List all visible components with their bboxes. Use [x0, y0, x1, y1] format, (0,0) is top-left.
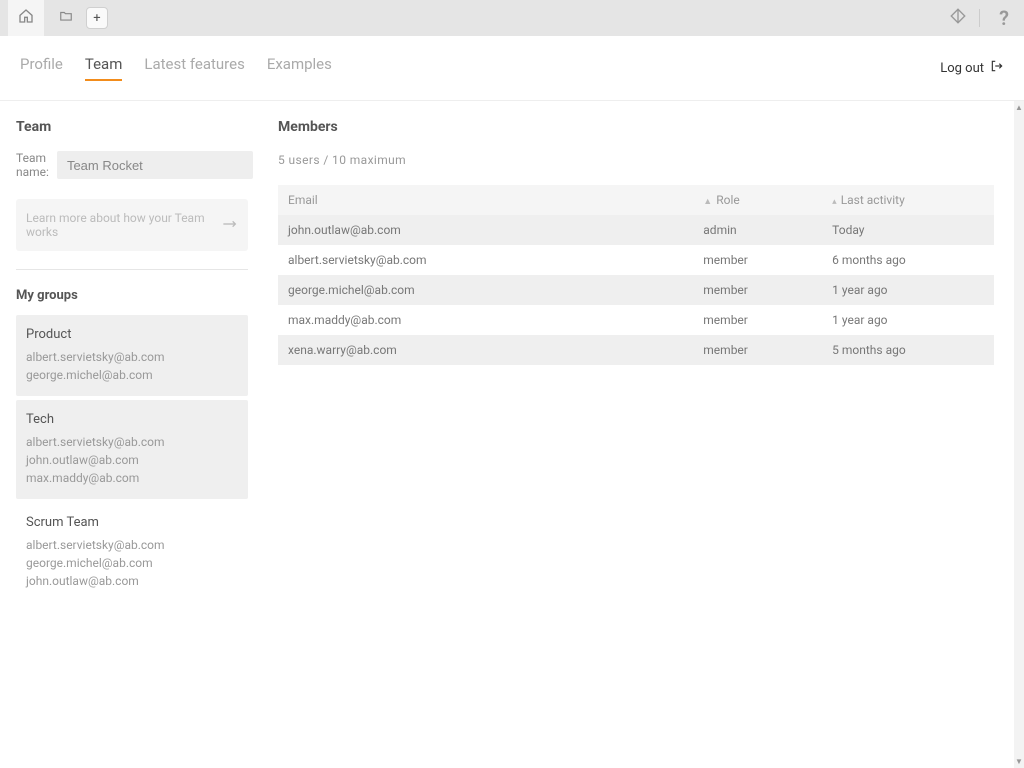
- column-email-header[interactable]: Email: [278, 185, 693, 215]
- folder-button[interactable]: [52, 4, 80, 32]
- team-heading: Team: [16, 119, 248, 135]
- logout-button[interactable]: Log out: [940, 59, 1004, 77]
- content: Members 5 users / 10 maximum Email ▲Role…: [260, 101, 1024, 768]
- learn-more-label: Learn more about how your Team works: [26, 211, 222, 239]
- tab-latest-features[interactable]: Latest features: [144, 55, 244, 81]
- table-row[interactable]: john.outlaw@ab.comadminToday: [278, 215, 994, 245]
- table-row[interactable]: xena.warry@ab.commember5 months ago: [278, 335, 994, 365]
- group-member: george.michel@ab.com: [26, 554, 238, 572]
- cell-role: member: [693, 335, 822, 365]
- cell-email: max.maddy@ab.com: [278, 305, 693, 335]
- cell-email: george.michel@ab.com: [278, 275, 693, 305]
- sort-asc-icon: ▲: [703, 197, 712, 207]
- cell-role: member: [693, 275, 822, 305]
- group-member: albert.servietsky@ab.com: [26, 536, 238, 554]
- scroll-down-icon[interactable]: ▼: [1015, 757, 1023, 766]
- group-item[interactable]: Scrum Team albert.servietsky@ab.comgeorge…: [16, 503, 248, 602]
- cell-email: xena.warry@ab.com: [278, 335, 693, 365]
- group-item[interactable]: Product albert.servietsky@ab.comgeorge.mi…: [16, 315, 248, 396]
- home-icon: [18, 8, 34, 28]
- members-heading: Members: [278, 119, 994, 135]
- cell-email: john.outlaw@ab.com: [278, 215, 693, 245]
- help-icon: ?: [999, 6, 1009, 30]
- group-member: albert.servietsky@ab.com: [26, 433, 238, 451]
- table-row[interactable]: george.michel@ab.commember1 year ago: [278, 275, 994, 305]
- folder-icon: [58, 9, 74, 27]
- members-table: Email ▲Role ▴Last activity john.outlaw@a…: [278, 185, 994, 365]
- cell-activity: 5 months ago: [822, 335, 994, 365]
- new-tab-button[interactable]: +: [86, 7, 108, 29]
- cell-activity: 1 year ago: [822, 275, 994, 305]
- sidebar: Team Team name: Learn more about how you…: [0, 101, 260, 768]
- logout-icon: [990, 59, 1004, 77]
- group-member: albert.servietsky@ab.com: [26, 348, 238, 366]
- learn-more-button[interactable]: Learn more about how your Team works: [16, 199, 248, 251]
- group-member: max.maddy@ab.com: [26, 469, 238, 487]
- team-name-input[interactable]: [57, 151, 253, 179]
- group-member: john.outlaw@ab.com: [26, 451, 238, 469]
- home-button[interactable]: [8, 0, 44, 36]
- cell-role: member: [693, 305, 822, 335]
- group-member: john.outlaw@ab.com: [26, 572, 238, 590]
- group-item[interactable]: Tech albert.servietsky@ab.comjohn.outlaw@…: [16, 400, 248, 499]
- tab-examples[interactable]: Examples: [267, 55, 332, 81]
- main: Team Team name: Learn more about how you…: [0, 101, 1024, 768]
- topbar: + ?: [0, 0, 1024, 36]
- scroll-up-icon[interactable]: ▲: [1015, 103, 1023, 112]
- cell-activity: Today: [822, 215, 994, 245]
- logout-label: Log out: [940, 61, 984, 76]
- cell-role: member: [693, 245, 822, 275]
- table-row[interactable]: max.maddy@ab.commember1 year ago: [278, 305, 994, 335]
- sort-neutral-icon: ▴: [832, 197, 837, 207]
- group-member: george.michel@ab.com: [26, 366, 238, 384]
- cell-activity: 1 year ago: [822, 305, 994, 335]
- help-button[interactable]: ?: [992, 6, 1016, 30]
- tab-profile[interactable]: Profile: [20, 55, 63, 81]
- table-row[interactable]: albert.servietsky@ab.commember6 months a…: [278, 245, 994, 275]
- cell-activity: 6 months ago: [822, 245, 994, 275]
- column-activity-header[interactable]: ▴Last activity: [822, 185, 994, 215]
- nav-row: Profile Team Latest features Examples Log o…: [0, 36, 1024, 101]
- group-name: Product: [26, 327, 238, 342]
- cell-email: albert.servietsky@ab.com: [278, 245, 693, 275]
- column-role-header[interactable]: ▲Role: [693, 185, 822, 215]
- plus-icon: +: [93, 11, 100, 26]
- sidebar-divider: [16, 269, 248, 270]
- arrow-right-icon: [222, 218, 238, 232]
- tab-team[interactable]: Team: [85, 55, 123, 81]
- team-name-label: Team name:: [16, 151, 49, 179]
- nav-tabs: Profile Team Latest features Examples: [20, 55, 940, 81]
- groups-list: Productalbert.servietsky@ab.comgeorge.mi…: [16, 315, 248, 602]
- topbar-divider: [979, 9, 980, 27]
- scrollbar[interactable]: ▲ ▼: [1014, 101, 1024, 768]
- members-count: 5 users / 10 maximum: [278, 153, 994, 167]
- diamond-icon[interactable]: [949, 7, 967, 29]
- cell-role: admin: [693, 215, 822, 245]
- groups-heading: My groups: [16, 288, 248, 303]
- group-name: Tech: [26, 412, 238, 427]
- group-name: Scrum Team: [26, 515, 238, 530]
